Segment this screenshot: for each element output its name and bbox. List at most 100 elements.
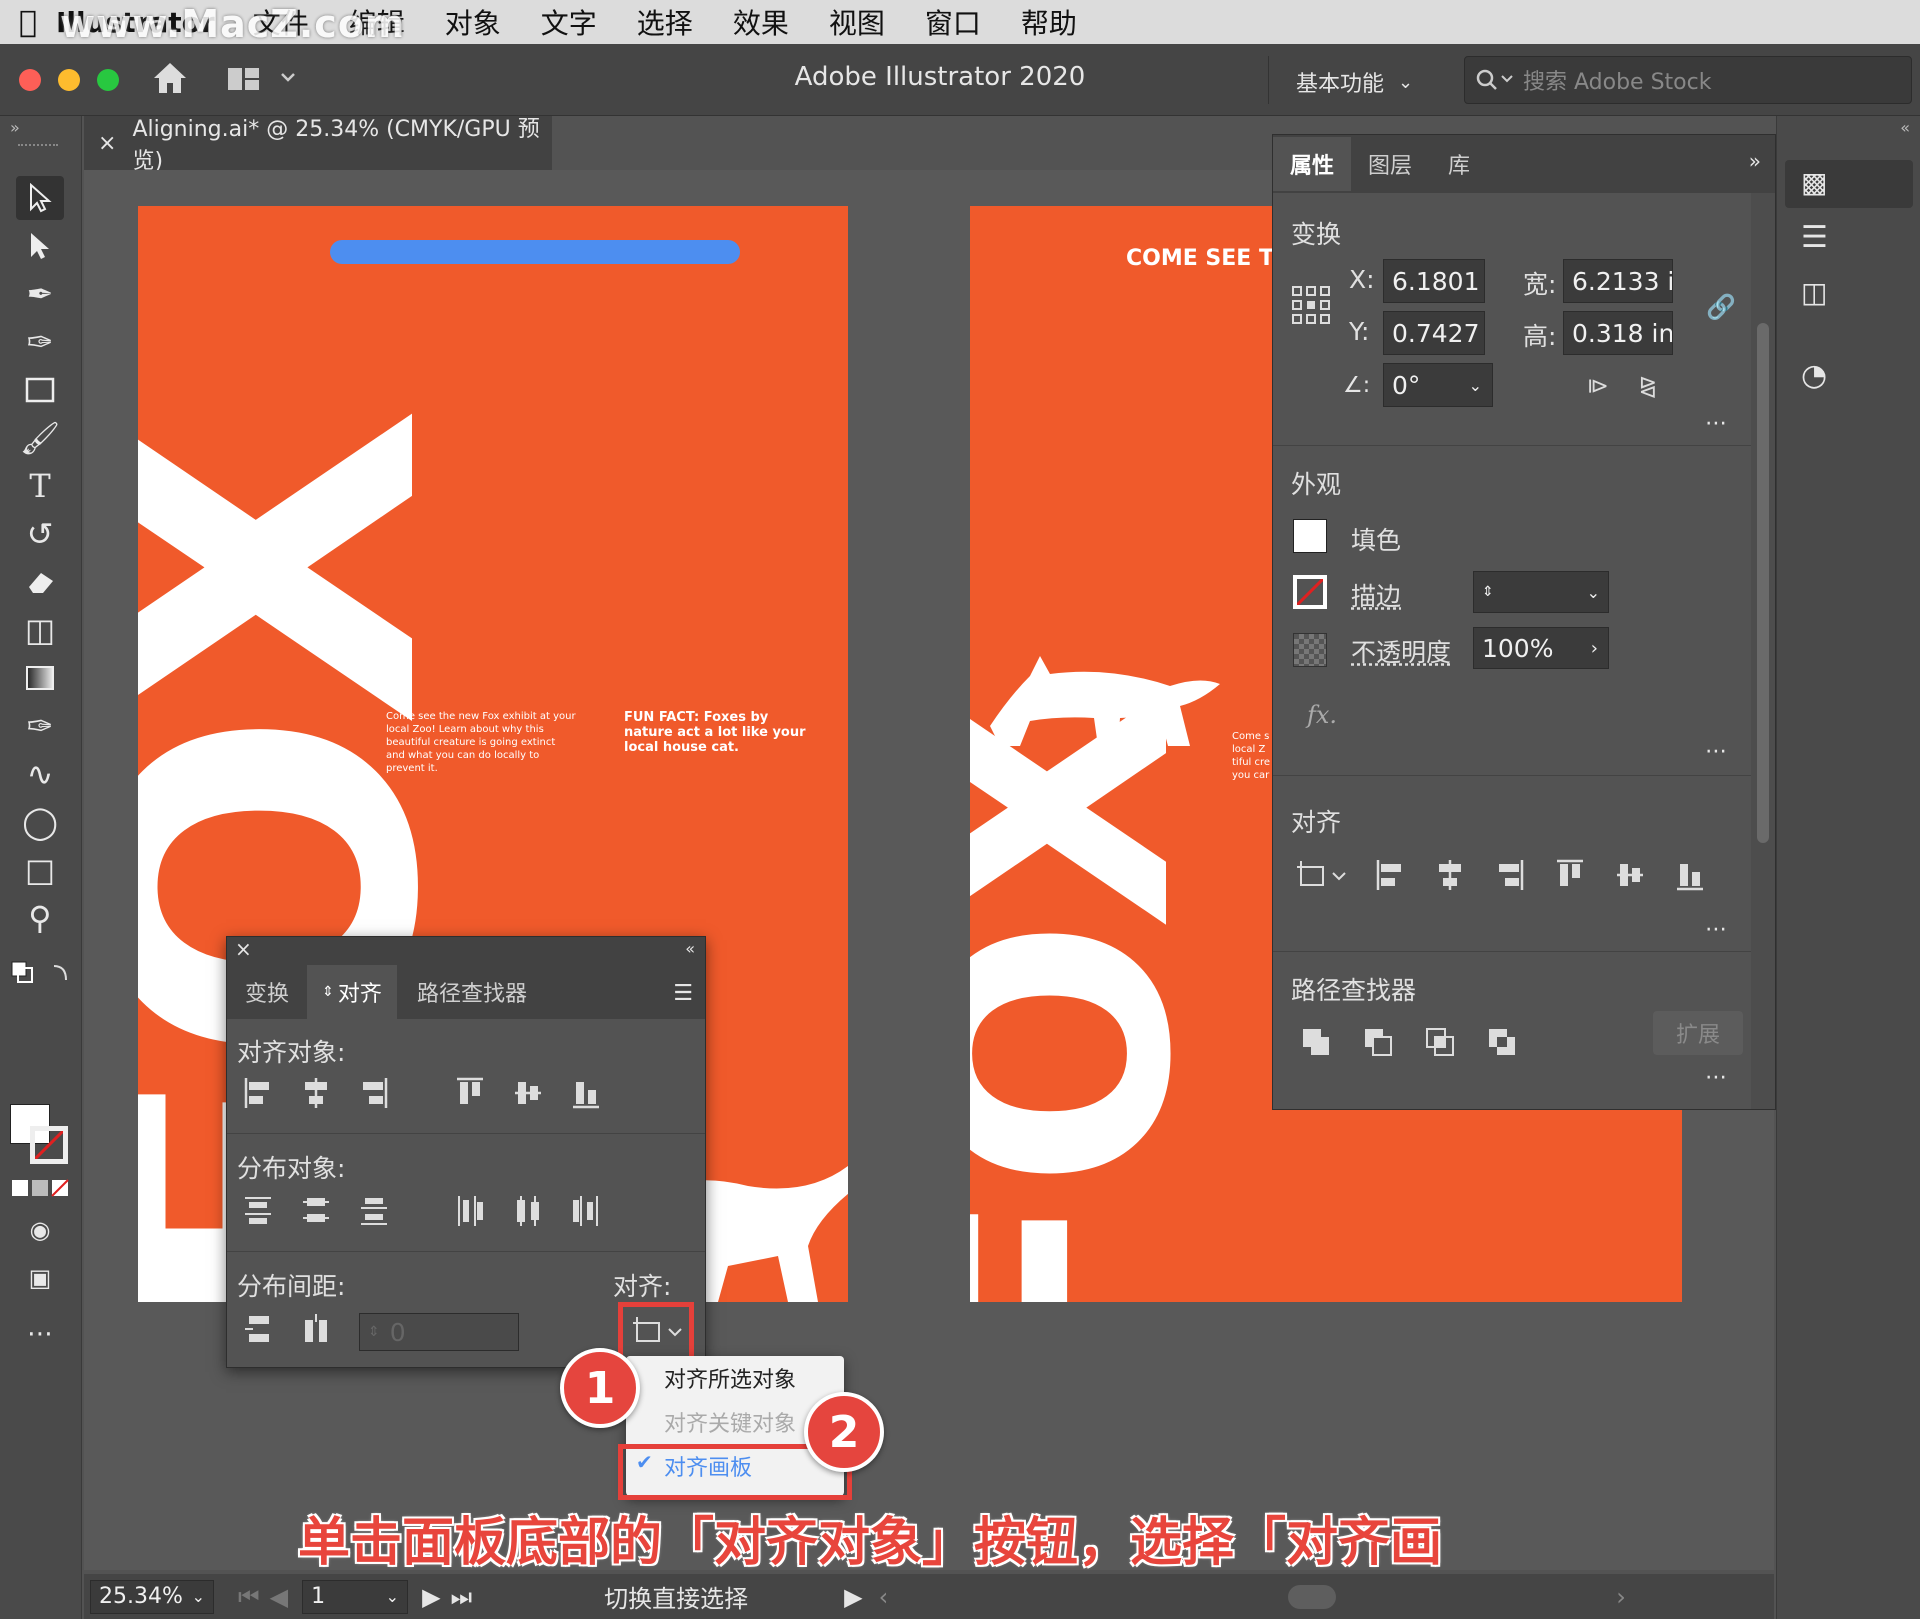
flip-vertical-icon[interactable]: ⧎ [1631, 369, 1665, 403]
opacity-input[interactable]: 100% › [1473, 627, 1609, 669]
menu-object[interactable]: 对象 [445, 2, 501, 42]
align-right-icon[interactable] [1493, 855, 1527, 895]
curvature-tool-icon[interactable]: ✑ [16, 320, 64, 364]
distribute-right-icon[interactable] [569, 1191, 603, 1231]
grip-icon[interactable] [18, 144, 58, 148]
more-options-icon[interactable]: ⋯ [1705, 1065, 1727, 1090]
selection-tool-icon[interactable] [16, 176, 64, 220]
tab-properties[interactable]: 属性 [1273, 137, 1351, 191]
color-mode-icons[interactable] [12, 1178, 70, 1202]
arrange-documents-icon[interactable] [226, 64, 296, 98]
more-tools-icon[interactable]: ⋯ [16, 1312, 64, 1356]
close-panel-icon[interactable]: × [235, 937, 252, 961]
eraser-tool-icon[interactable] [16, 560, 64, 604]
align-top-edges-icon[interactable] [453, 1073, 487, 1113]
x-input[interactable]: 6.1801 i [1383, 259, 1485, 303]
height-input[interactable]: 0.318 in [1563, 311, 1673, 355]
libraries-icon[interactable]: ◫ [1801, 276, 1827, 309]
align-left-icon[interactable] [1373, 855, 1407, 895]
y-input[interactable]: 0.7427 i [1383, 311, 1485, 355]
swap-fill-stroke-icon[interactable] [10, 958, 67, 988]
intersect-icon[interactable] [1423, 1025, 1457, 1059]
type-tool-icon[interactable]: T [16, 464, 64, 508]
close-tab-icon[interactable]: × [98, 131, 116, 156]
menu-view[interactable]: 视图 [829, 2, 885, 42]
panel-menu-icon[interactable]: ☰ [673, 981, 693, 1006]
menu-type[interactable]: 文字 [541, 2, 597, 42]
expand-button[interactable]: 扩展 [1653, 1011, 1743, 1055]
minus-front-icon[interactable] [1361, 1025, 1395, 1059]
align-horizontal-centers-icon[interactable] [299, 1073, 333, 1113]
more-options-icon[interactable]: ⋯ [1705, 739, 1727, 764]
workspace-switcher[interactable]: 基本功能 ⌄ [1296, 66, 1413, 98]
stroke-label[interactable]: 描边 [1351, 577, 1401, 613]
spacing-value-input[interactable]: ⇕ 0 [359, 1313, 519, 1351]
free-transform-tool-icon[interactable]: ◫ [16, 608, 64, 652]
stock-search-field[interactable]: 搜索 Adobe Stock [1464, 56, 1912, 104]
reference-point-icon[interactable] [1291, 285, 1331, 329]
stroke-weight-input[interactable]: ⇕ ⌄ [1473, 571, 1609, 613]
dock-properties-button[interactable]: ▩ [1785, 160, 1913, 208]
first-artboard-icon[interactable]: ⏮ [238, 1583, 260, 1611]
more-options-icon[interactable]: ⋯ [1705, 411, 1727, 436]
distribute-bottom-icon[interactable] [357, 1191, 391, 1231]
tab-transform[interactable]: 变换 [227, 965, 307, 1019]
more-options-icon[interactable]: ⋯ [1705, 917, 1727, 942]
rectangle-tool-icon[interactable] [16, 368, 64, 412]
next-artboard-icon[interactable]: ▶ [422, 1583, 440, 1611]
shape-builder-tool-icon[interactable]: ◯ [16, 800, 64, 844]
align-vertical-centers-icon[interactable] [511, 1073, 545, 1113]
align-left-edges-icon[interactable] [241, 1073, 275, 1113]
vertical-distribute-space-icon[interactable] [241, 1309, 275, 1349]
layers-icon[interactable]: ☰ [1801, 220, 1828, 255]
fx-icon[interactable]: fx. [1307, 701, 1337, 729]
menu-select[interactable]: 选择 [637, 2, 693, 42]
scroll-right-icon[interactable]: › [1616, 1583, 1626, 1611]
document-tab[interactable]: × Aligning.ai* @ 25.34% (CMYK/GPU 预览) [84, 116, 552, 174]
align-middle-icon[interactable] [1613, 855, 1647, 895]
horizontal-distribute-space-icon[interactable] [299, 1309, 333, 1349]
artboard-tool-icon[interactable]: □ [16, 848, 64, 892]
paintbrush-tool-icon[interactable]: 🖌 [16, 416, 64, 460]
gradient-tool-icon[interactable] [16, 656, 64, 700]
scrollbar-thumb[interactable] [1757, 323, 1769, 843]
panel-expand-icon[interactable]: » [1749, 149, 1761, 173]
fill-swatch[interactable] [1293, 519, 1327, 553]
apple-icon[interactable]:  [0, 5, 56, 40]
draw-mode-icon[interactable]: ◉ [16, 1208, 64, 1252]
menu-help[interactable]: 帮助 [1021, 2, 1077, 42]
constrain-proportions-icon[interactable]: 🔗 [1701, 287, 1741, 327]
close-window-button[interactable] [19, 69, 41, 91]
scroll-left-icon[interactable]: ‹ [879, 1583, 889, 1611]
align-bottom-edges-icon[interactable] [569, 1073, 603, 1113]
color-guide-icon[interactable]: ◔ [1801, 358, 1827, 393]
align-top-icon[interactable] [1553, 855, 1587, 895]
home-icon[interactable] [150, 58, 190, 102]
properties-scrollbar[interactable] [1751, 193, 1775, 1109]
stroke-color-swatch[interactable] [30, 1126, 68, 1164]
align-bottom-icon[interactable] [1673, 855, 1707, 895]
zoom-tool-icon[interactable]: ⚲ [16, 896, 64, 940]
opacity-label[interactable]: 不透明度 [1351, 633, 1451, 669]
collapse-dock-icon[interactable]: « [1900, 118, 1910, 137]
distribute-vertical-center-icon[interactable] [299, 1191, 333, 1231]
tab-align[interactable]: ⇕ 对齐 [307, 965, 397, 1019]
distribute-top-icon[interactable] [241, 1191, 275, 1231]
menu-window[interactable]: 窗口 [925, 2, 981, 42]
horizontal-scrollbar-thumb[interactable] [1288, 1584, 1337, 1609]
width-input[interactable]: 6.2133 ir [1563, 259, 1673, 303]
collapse-toolbar-icon[interactable]: » [10, 118, 20, 137]
screen-mode-icon[interactable]: ▣ [16, 1256, 64, 1300]
align-to-selector-icon[interactable] [1295, 855, 1351, 895]
flip-horizontal-icon[interactable]: ⧐ [1581, 369, 1615, 403]
status-menu-icon[interactable]: ▶ [844, 1583, 862, 1611]
panel-titlebar[interactable]: × « [227, 937, 705, 965]
unite-icon[interactable] [1299, 1025, 1333, 1059]
distribute-horizontal-center-icon[interactable] [511, 1191, 545, 1231]
tab-libraries[interactable]: 库 [1429, 137, 1489, 191]
eyedropper-tool-icon[interactable]: ✑ [16, 704, 64, 748]
headline-selected[interactable] [330, 240, 740, 264]
blend-tool-icon[interactable]: ∿ [16, 752, 64, 796]
distribute-left-icon[interactable] [453, 1191, 487, 1231]
zoom-window-button[interactable] [97, 69, 119, 91]
